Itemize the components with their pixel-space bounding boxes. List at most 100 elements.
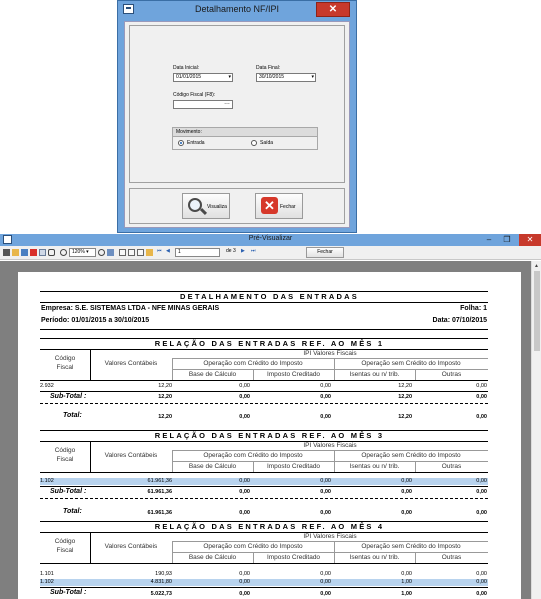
col-fiscal: Fiscal [56, 364, 74, 371]
open-folder-icon[interactable] [12, 249, 19, 256]
subtotal-label: Sub-Total : [50, 488, 87, 495]
entrada-label[interactable]: Entrada [187, 140, 205, 146]
rule [40, 498, 488, 499]
isentas-cell: 0,00 [401, 571, 412, 577]
minimize-icon[interactable]: – [483, 234, 495, 246]
preview-title-bar[interactable]: Pré-Visualizar – ❐ ✕ [0, 234, 541, 246]
scroll-thumb[interactable] [534, 271, 540, 351]
dialog-title-bar[interactable]: Detalhamento NF/IPI ✕ [118, 1, 356, 20]
chevron-down-icon[interactable]: ▾ [228, 74, 231, 81]
report-page: DETALHAMENTO DAS ENTRADAS Empresa: S.E. … [18, 272, 521, 599]
codigo-fiscal-label: Código Fiscal (F8): [173, 92, 216, 98]
rule [40, 403, 488, 404]
two-pages-icon[interactable] [128, 249, 135, 256]
rule [40, 563, 488, 564]
valores-cell: 12,20 [158, 383, 172, 389]
first-page-icon[interactable]: ⏮ [157, 248, 162, 254]
col-base: Base de Cálculo [188, 554, 237, 561]
total-creditado: 0,00 [320, 414, 331, 420]
edit-icon[interactable] [146, 249, 153, 256]
movimento-label: Movimento: [173, 128, 317, 137]
preview-fechar-button[interactable]: Fechar [306, 247, 344, 258]
preview-close-button[interactable]: ✕ [519, 234, 541, 246]
close-icon: ✕ [261, 197, 278, 214]
prev-page-icon[interactable]: ◀ [166, 248, 170, 254]
entrada-radio[interactable] [178, 140, 184, 146]
base-cell: 0,00 [239, 579, 250, 585]
col-codigo: Código [54, 538, 76, 545]
col-fiscal: Fiscal [56, 547, 74, 554]
total-isentas: 12,20 [398, 414, 412, 420]
outras-cell: 0,00 [476, 571, 487, 577]
binoculars-icon[interactable] [48, 249, 55, 256]
zoom-icon[interactable] [60, 249, 67, 256]
table-row-highlight[interactable] [40, 478, 488, 485]
rule [40, 302, 488, 303]
fit-page-icon[interactable] [107, 249, 114, 256]
total-base: 0,00 [239, 414, 250, 420]
dialog-close-button[interactable]: ✕ [316, 2, 350, 17]
zoom-in-icon[interactable] [98, 249, 105, 256]
col-com-credito: Operação com Crédito do Imposto [203, 360, 303, 367]
table-row-highlight[interactable] [40, 579, 488, 586]
data-inicial-picker[interactable]: 01/01/2015 ▾ [173, 73, 233, 82]
email-icon[interactable] [39, 249, 46, 256]
data-final-label: Data Final: [256, 65, 281, 71]
fechar-button[interactable]: ✕ Fechar [255, 193, 303, 219]
save-icon[interactable] [21, 249, 28, 256]
codigo-fiscal-input[interactable]: … [173, 100, 233, 109]
col-outras: Outras [441, 554, 462, 561]
subtotal-base: 0,00 [239, 394, 250, 400]
subtotal-creditado: 0,00 [320, 591, 331, 597]
scroll-up-icon[interactable]: ▲ [534, 263, 539, 269]
data-final-picker[interactable]: 30/10/2015 ▾ [256, 73, 316, 82]
next-page-icon[interactable]: ▶ [241, 248, 245, 254]
total-valores: 12,20 [158, 414, 172, 420]
saida-label[interactable]: Saída [260, 140, 273, 146]
total-outras: 0,00 [476, 510, 487, 516]
base-cell: 0,00 [239, 478, 250, 484]
rule [172, 461, 488, 462]
cfop-cell: 1.102 [40, 579, 54, 585]
total-label: Total: [63, 508, 82, 515]
col-sem-credito: Operação sem Crédito do Imposto [361, 543, 461, 550]
rule [40, 587, 488, 588]
lookup-icon[interactable]: … [224, 100, 230, 107]
multi-page-icon[interactable] [137, 249, 144, 256]
page-total: de 3 [226, 248, 236, 254]
single-page-icon[interactable] [119, 249, 126, 256]
col-isentas: Isentas ou n/ trib. [349, 463, 400, 470]
zoom-select[interactable]: 120% ▾ [69, 248, 96, 257]
last-page-icon[interactable]: ⏭ [251, 248, 256, 254]
col-fiscal: Fiscal [56, 456, 74, 463]
subtotal-base: 0,00 [239, 489, 250, 495]
restore-icon[interactable]: ❐ [501, 234, 513, 246]
subtotal-valores: 12,20 [158, 394, 172, 400]
col-com-credito: Operação com Crédito do Imposto [203, 543, 303, 550]
section-title: RELAÇÃO DAS ENTRADAS REF. AO MÊS 1 [154, 339, 385, 348]
zoom-value: 120% [72, 249, 85, 255]
chevron-down-icon[interactable]: ▾ [311, 74, 314, 81]
visualiza-button[interactable]: Visualiza [182, 193, 230, 219]
col-creditado: Imposto Creditado [266, 554, 321, 561]
rule [40, 486, 488, 487]
col-valores: Valores Contábeis [104, 360, 158, 367]
periodo-text: Período: 01/01/2015 a 30/10/2015 [41, 317, 150, 324]
page-input[interactable]: 1 [175, 248, 220, 257]
vertical-scrollbar[interactable]: ▲ [531, 261, 541, 599]
print-icon[interactable] [3, 249, 10, 256]
col-valores: Valores Contábeis [104, 543, 158, 550]
total-outras: 0,00 [476, 414, 487, 420]
saida-radio[interactable] [251, 140, 257, 146]
col-com-credito: Operação com Crédito do Imposto [203, 452, 303, 459]
col-base: Base de Cálculo [188, 463, 237, 470]
rule [172, 450, 488, 451]
rule [40, 380, 488, 381]
subtotal-isentas: 1,00 [401, 591, 412, 597]
pdf-icon[interactable] [30, 249, 37, 256]
col-codigo: Código [54, 355, 76, 362]
subtotal-outras: 0,00 [476, 591, 487, 597]
col-ipi: IPI Valores Fiscais [303, 442, 357, 449]
subtotal-outras: 0,00 [476, 489, 487, 495]
subtotal-valores: 61.961,36 [147, 489, 172, 495]
